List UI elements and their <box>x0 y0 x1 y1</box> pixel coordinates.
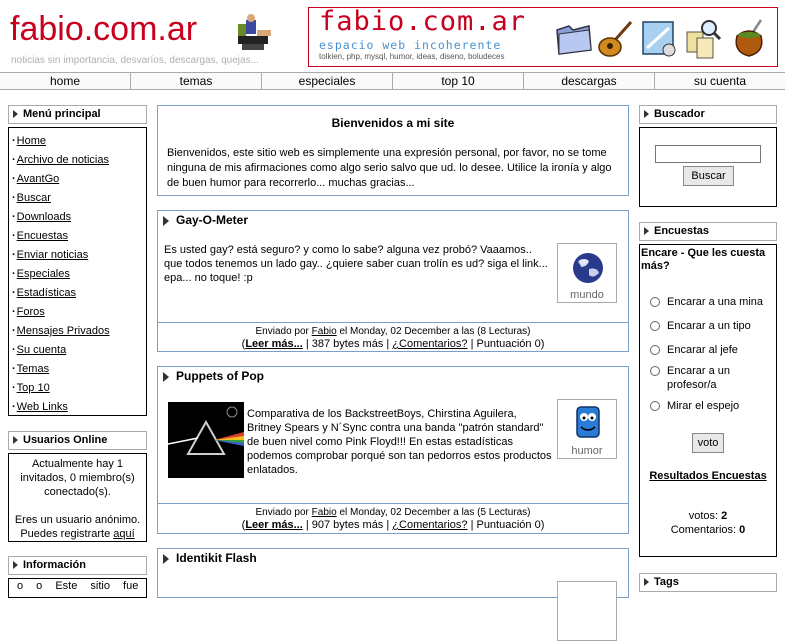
online-count: Actualmente hay 1 invitados, 0 miembro(s… <box>20 458 135 498</box>
welcome-box: Bienvenidos a mi site Bienvenidos, este … <box>157 105 629 196</box>
author-link[interactable]: Fabio <box>312 507 337 518</box>
nav-su-cuenta[interactable]: su cuenta <box>655 73 785 89</box>
article-meta: Enviado por Fabio el Monday, 02 December… <box>255 326 531 337</box>
article-title[interactable]: Gay-O-Meter <box>157 210 629 231</box>
menu-item-temas[interactable]: Temas <box>12 362 146 381</box>
article-body: Comparativa de los BackstreetBoys, Chirs… <box>157 386 629 534</box>
menu-item-especiales[interactable]: Especiales <box>12 267 146 286</box>
poll-option[interactable]: Encarar a una mina <box>650 295 763 309</box>
register-link[interactable]: aquí <box>113 528 134 540</box>
article-body <box>157 568 629 641</box>
header-banner: fabio.com.ar espacio web incoherente tol… <box>308 6 778 67</box>
article-footer: Enviado por Fabio el Monday, 02 December… <box>158 322 628 351</box>
poll-question: Encare - Que les cuesta más? <box>641 247 766 272</box>
info-text: o o Este sitio fue <box>17 580 139 592</box>
poll-title: Encuestas <box>639 222 777 241</box>
poll-comments: Comentarios: 0 <box>670 524 746 536</box>
menu-item-weblinks[interactable]: Web Links <box>12 400 146 419</box>
poll-radio[interactable] <box>650 345 660 355</box>
tags-title: Tags <box>639 573 777 592</box>
main-menu: Home Archivo de noticias AvantGo Buscar … <box>8 127 147 416</box>
banner-keywords: tolkien, php, mysql, humor, ideas, disen… <box>319 52 505 61</box>
author-link[interactable]: Fabio <box>312 326 337 337</box>
poll-radio[interactable] <box>650 321 660 331</box>
search-button[interactable]: Buscar <box>683 166 734 186</box>
menu-item-mensajes[interactable]: Mensajes Privados <box>12 324 146 343</box>
search-box: Buscar <box>639 127 777 207</box>
search-documents-icon <box>686 20 722 59</box>
site-header: fabio.com.ar noticias sin importancia, d… <box>0 0 785 72</box>
read-more-link[interactable]: Leer más... <box>245 338 302 350</box>
info-title: Información <box>8 556 147 575</box>
folder-icon <box>556 25 592 55</box>
search-title: Buscador <box>639 105 777 124</box>
menu-item-enviar[interactable]: Enviar noticias <box>12 248 146 267</box>
poll-option[interactable]: Mirar el espejo <box>650 399 739 413</box>
nav-descargas[interactable]: descargas <box>524 73 655 89</box>
welcome-title: Bienvenidos a mi site <box>331 116 455 130</box>
menu-item-encuestas[interactable]: Encuestas <box>12 229 146 248</box>
nav-temas[interactable]: temas <box>131 73 262 89</box>
online-anon: Eres un usuario anónimo. Puedes registra… <box>14 514 141 540</box>
menu-item-cuenta[interactable]: Su cuenta <box>12 343 146 362</box>
poll-radio[interactable] <box>650 401 660 411</box>
menu-item-estadisticas[interactable]: Estadísticas <box>12 286 146 305</box>
dark-side-of-the-moon-image <box>168 402 244 478</box>
topic-mundo[interactable]: mundo <box>557 243 617 303</box>
network-window-icon <box>642 21 676 57</box>
person-at-computer-icon <box>238 14 271 50</box>
banner-title: fabio.com.ar <box>319 6 527 37</box>
poll-radio[interactable] <box>650 366 660 376</box>
vote-button[interactable]: voto <box>692 433 724 453</box>
nav-especiales[interactable]: especiales <box>262 73 393 89</box>
menu-item-home[interactable]: Home <box>12 134 146 153</box>
article-title[interactable]: Identikit Flash <box>157 548 629 569</box>
poll-radio[interactable] <box>650 297 660 307</box>
topic-label: humor <box>571 445 603 457</box>
search-input[interactable] <box>655 145 761 163</box>
menu-item-avantgo[interactable]: AvantGo <box>12 172 146 191</box>
nav-top10[interactable]: top 10 <box>393 73 524 89</box>
poll-results-link[interactable]: Resultados Encuestas <box>640 469 776 483</box>
menu-item-top10[interactable]: Top 10 <box>12 381 146 400</box>
globe-icon <box>573 253 603 283</box>
poll-option[interactable]: Encarar a un profesor/a <box>650 364 730 391</box>
guitar-icon <box>598 21 633 57</box>
poll-votes: votos: 2 <box>688 510 728 522</box>
article-title[interactable]: Puppets of Pop <box>157 366 629 387</box>
online-users-box: Actualmente hay 1 invitados, 0 miembro(s… <box>8 453 147 542</box>
menu-item-downloads[interactable]: Downloads <box>12 210 146 229</box>
site-tagline: noticias sin importancia, desvaríos, des… <box>11 55 259 66</box>
cartoon-face-icon <box>576 406 600 438</box>
top-navigation: home temas especiales top 10 descargas s… <box>0 72 785 90</box>
menu-item-archivo[interactable]: Archivo de noticias <box>12 153 146 172</box>
topic-icon[interactable] <box>557 581 617 641</box>
topic-humor[interactable]: humor <box>557 399 617 459</box>
article-actions: (Leer más... | 387 bytes más | ¿Comentar… <box>241 338 545 350</box>
nav-home[interactable]: home <box>0 73 131 89</box>
poll-box: Encare - Que les cuesta más? Encarar a u… <box>639 244 777 557</box>
welcome-text: Bienvenidos, este sitio web es simplemen… <box>167 147 612 189</box>
poll-option[interactable]: Encarar al jefe <box>650 343 738 357</box>
article-actions: (Leer más... | 907 bytes más | ¿Comentar… <box>241 519 545 531</box>
article-body: Es usted gay? está seguro? y como lo sab… <box>157 230 629 352</box>
banner-subtitle: espacio web incoherente <box>319 38 502 52</box>
info-box: o o Este sitio fue <box>8 578 147 598</box>
mate-gourd-icon <box>735 19 763 57</box>
comments-link[interactable]: ¿Comentarios? <box>392 338 467 350</box>
site-logo[interactable]: fabio.com.ar <box>10 10 197 49</box>
poll-option[interactable]: Encarar a un tipo <box>650 319 751 333</box>
menu-item-foros[interactable]: Foros <box>12 305 146 324</box>
comments-link[interactable]: ¿Comentarios? <box>392 519 467 531</box>
article-text: Es usted gay? está seguro? y como lo sab… <box>164 244 548 284</box>
read-more-link[interactable]: Leer más... <box>245 519 302 531</box>
online-title: Usuarios Online <box>8 431 147 450</box>
menu-title: Menú principal <box>8 105 147 124</box>
article-meta: Enviado por Fabio el Monday, 02 December… <box>255 507 531 518</box>
menu-item-buscar[interactable]: Buscar <box>12 191 146 210</box>
article-footer: Enviado por Fabio el Monday, 02 December… <box>158 503 628 532</box>
article-text: Comparativa de los BackstreetBoys, Chirs… <box>247 408 552 476</box>
topic-label: mundo <box>570 289 604 301</box>
